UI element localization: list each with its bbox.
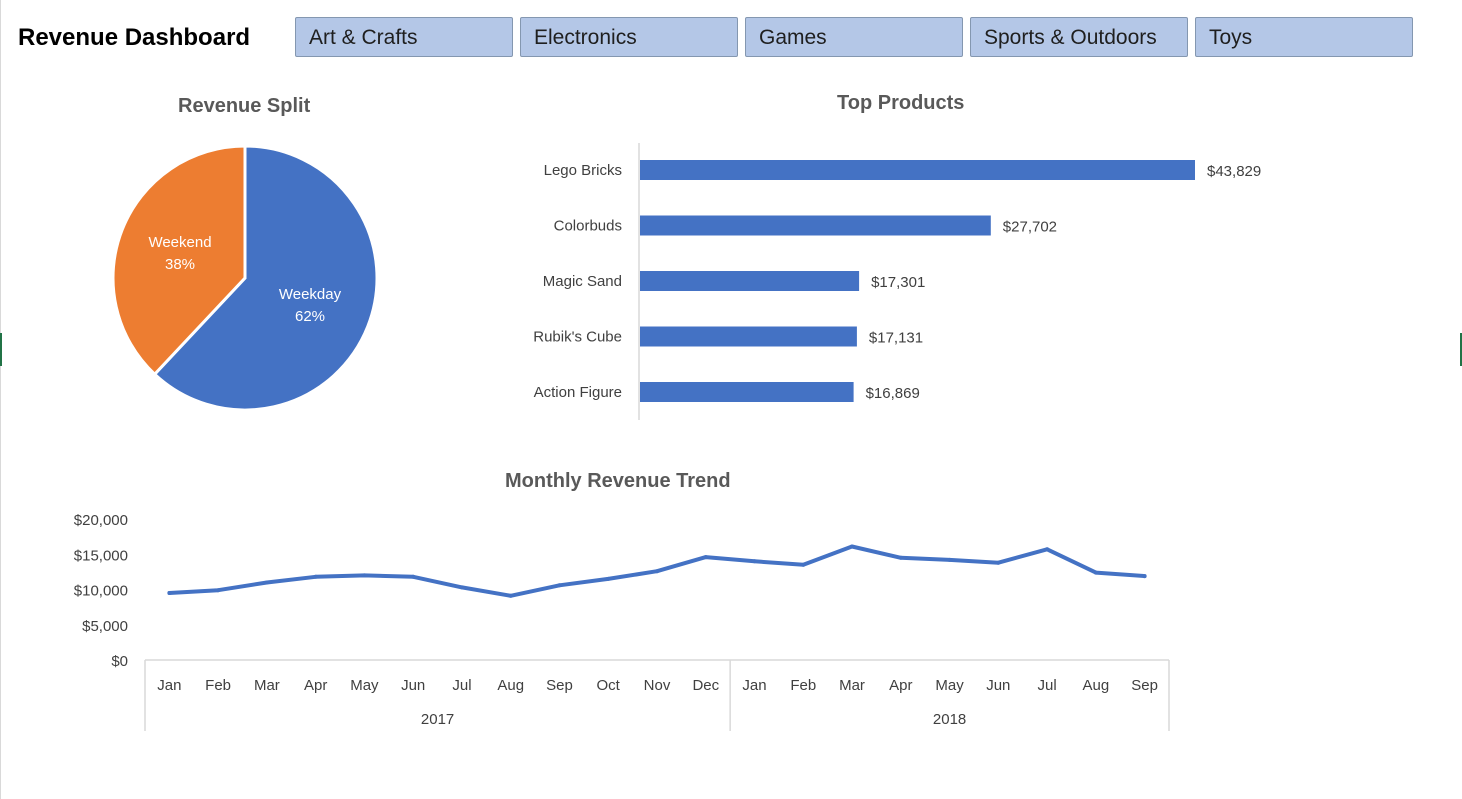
x-tick-label: Apr: [889, 677, 912, 694]
revenue-point: [557, 583, 562, 588]
revenue-point: [216, 588, 221, 593]
x-tick-label: Dec: [692, 677, 719, 694]
revenue-point: [655, 569, 659, 574]
x-tick-label: Feb: [790, 677, 816, 694]
revenue-point: [460, 585, 464, 590]
revenue-point: [508, 593, 513, 598]
revenue-point: [947, 557, 952, 562]
revenue-point: [703, 555, 708, 560]
revenue-point: [606, 576, 611, 581]
revenue-point: [1142, 574, 1147, 579]
x-tick-label: Aug: [497, 677, 524, 694]
revenue-point: [167, 591, 172, 595]
revenue-point: [362, 573, 367, 578]
revenue-point: [313, 574, 318, 579]
revenue-point: [752, 559, 757, 564]
revenue-point: [850, 544, 854, 549]
x-tick-label: Jul: [1038, 677, 1057, 694]
revenue-point: [411, 574, 416, 579]
x-tick-label: Sep: [1131, 677, 1158, 694]
x-tick-label: Feb: [205, 677, 231, 694]
monthly-revenue-line-chart: $0 $5,000 $10,000 $15,000 $20,000 Jan Feb Mar Ap…: [74, 512, 1170, 731]
x-group-label-2017: 2017: [421, 711, 454, 728]
revenue-point: [1093, 570, 1098, 575]
x-tick-label: Jun: [986, 677, 1010, 694]
x-tick-label: Oct: [597, 677, 621, 694]
revenue-point: [898, 555, 903, 560]
x-tick-label: Aug: [1083, 677, 1110, 694]
x-tick-label: Mar: [839, 677, 865, 694]
x-tick-label: Mar: [254, 677, 280, 694]
y-tick-label: $20,000: [74, 512, 128, 529]
y-tick-label: $5,000: [82, 618, 128, 635]
y-tick-label: $10,000: [74, 583, 128, 600]
revenue-point: [996, 560, 1001, 565]
x-tick-label: Jul: [452, 677, 471, 694]
revenue-point: [264, 580, 269, 585]
x-tick-label: May: [350, 677, 379, 694]
x-tick-label: Sep: [546, 677, 573, 694]
x-group-label-2018: 2018: [933, 711, 966, 728]
x-tick-label: Apr: [304, 677, 327, 694]
y-tick-label: $15,000: [74, 547, 128, 564]
x-tick-label: May: [935, 677, 964, 694]
x-tick-label: Jun: [401, 677, 425, 694]
x-tick-label: Jan: [742, 677, 766, 694]
y-tick-label: $0: [111, 653, 128, 670]
revenue-point: [801, 562, 806, 567]
x-tick-label: Nov: [644, 677, 671, 694]
revenue-point: [1045, 547, 1050, 552]
x-tick-label: Jan: [157, 677, 181, 694]
